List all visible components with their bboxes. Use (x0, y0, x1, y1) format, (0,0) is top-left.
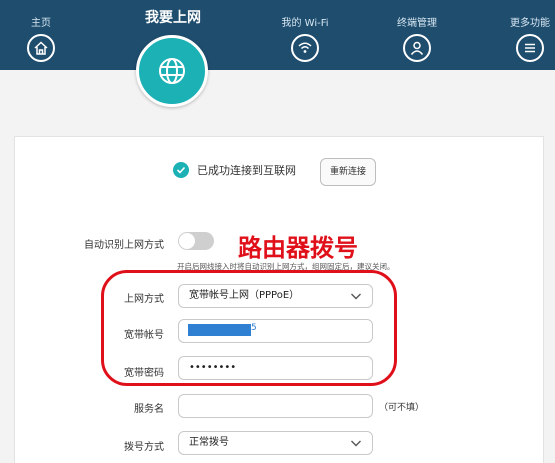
annotation-highlight-oval (101, 270, 397, 386)
status-text: 已成功连接到互联网 (197, 164, 296, 177)
nav-internet-label: 我要上网 (145, 10, 201, 26)
chevron-down-icon (351, 440, 361, 447)
user-icon (403, 34, 431, 62)
nav-wifi[interactable]: 我的 Wi-Fi (274, 0, 336, 62)
nav-home-label: 主页 (31, 18, 51, 29)
nav-home[interactable]: 主页 (25, 0, 57, 62)
auto-detect-label: 自动识别上网方式 (84, 240, 164, 251)
toggle-knob (179, 233, 195, 249)
nav-internet[interactable]: 我要上网 (135, 0, 211, 27)
dial-label: 拨号方式 (124, 442, 164, 453)
wifi-icon (291, 34, 319, 62)
dial-select[interactable]: 正常拨号 (178, 431, 373, 455)
nav-wifi-label: 我的 Wi-Fi (281, 18, 329, 29)
nav-devices[interactable]: 终端管理 (389, 0, 445, 62)
service-label: 服务名 (134, 404, 164, 415)
nav-more[interactable]: 更多功能 (507, 0, 553, 62)
service-input[interactable] (178, 394, 373, 418)
annotation-text: 路由器拨号 (238, 233, 358, 262)
check-icon (173, 162, 189, 178)
auto-detect-toggle[interactable] (178, 232, 214, 250)
service-optional-hint: （可不填） (379, 403, 425, 413)
home-icon (27, 34, 55, 62)
nav-devices-label: 终端管理 (397, 18, 437, 29)
menu-icon (516, 34, 544, 62)
connection-status: 已成功连接到互联网 (173, 162, 296, 178)
globe-icon[interactable] (136, 35, 208, 107)
reconnect-button[interactable]: 重新连接 (320, 158, 376, 186)
dial-value: 正常拨号 (189, 437, 229, 448)
nav-more-label: 更多功能 (510, 18, 550, 29)
